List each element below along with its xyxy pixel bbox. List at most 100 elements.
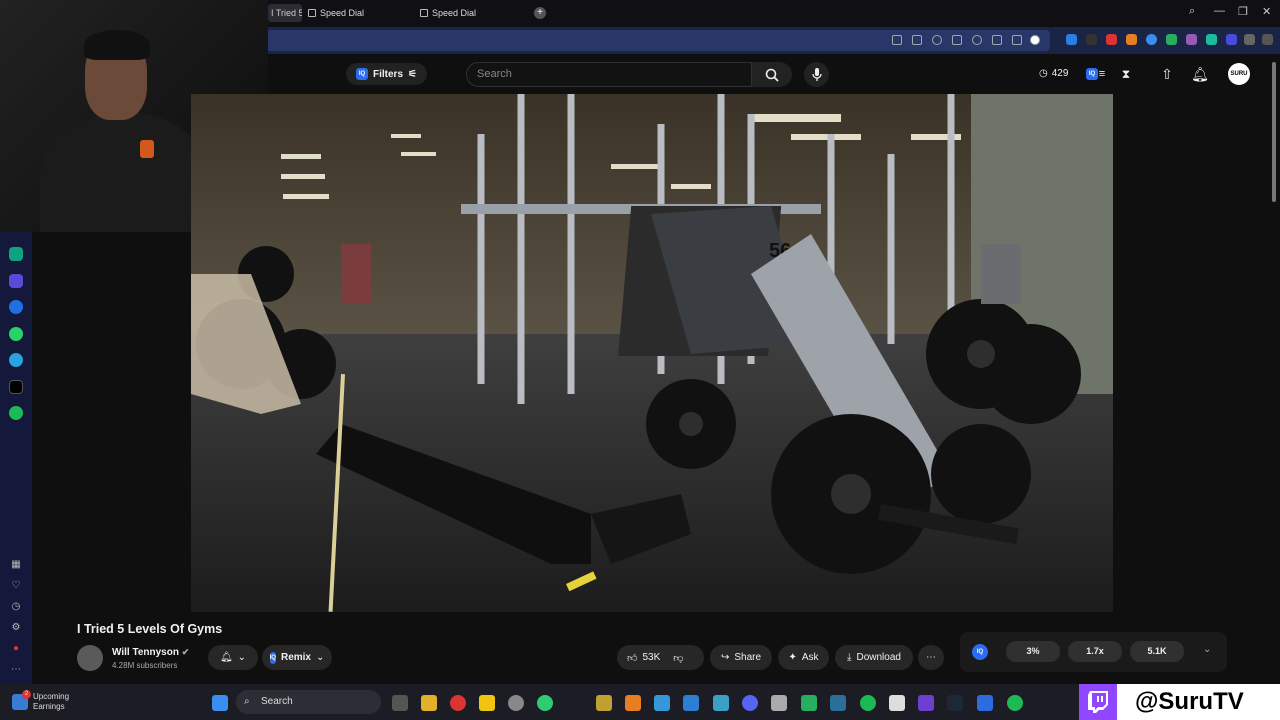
search-button[interactable] [752,62,792,87]
video-title: I Tried 5 Levels Of Gyms [77,622,223,636]
hourglass-icon[interactable]: ⧗ [1117,65,1135,83]
settings-icon[interactable] [1262,34,1273,45]
app-icon[interactable] [713,695,729,711]
x-icon[interactable] [9,380,23,394]
app-icon[interactable] [771,695,787,711]
more-actions-button[interactable]: ⋯ [918,645,944,670]
extension-icon[interactable] [1226,34,1237,45]
close-icon[interactable]: ✕ [1262,5,1271,18]
remix-label: Remix [280,652,311,663]
app-icon[interactable] [479,695,495,711]
settings-icon[interactable]: ⚙ [10,622,22,634]
grid-icon [308,9,316,17]
extension-icon[interactable] [1186,34,1197,45]
twitch-logo-icon [1079,684,1117,720]
chevron-down-icon[interactable]: ⌄ [1203,644,1211,655]
edit-icon[interactable] [892,35,902,45]
messenger-icon[interactable] [9,300,23,314]
steam-icon[interactable] [947,695,963,711]
like-button[interactable]: 👍︎ 53K [627,652,660,664]
app-icon[interactable] [801,695,817,711]
file-explorer-icon[interactable] [421,695,437,711]
grid-icon[interactable]: ▦ [10,559,22,571]
camera-icon[interactable] [912,35,922,45]
watch-counter[interactable]: ◷ 429 [1039,68,1068,79]
app-icon[interactable] [860,695,876,711]
channel-name[interactable]: Will Tennyson ✔ [112,647,189,658]
app-icon[interactable] [508,695,524,711]
youtube-header: IQ Filters ⚟ Search ◷ 429 IQ ≡ ⧗ ⇧ 🔔︎ SU… [268,54,1280,94]
app-icon[interactable] [654,695,670,711]
stat-ratio[interactable]: 1.7x [1068,641,1122,662]
capcut-icon[interactable] [889,695,905,711]
extension-icon[interactable] [1166,34,1177,45]
history-icon[interactable]: ◷ [10,601,22,613]
opera-icon[interactable] [450,695,466,711]
app-icon[interactable] [918,695,934,711]
filters-button[interactable]: IQ Filters ⚟ [346,63,427,85]
app-icon[interactable] [596,695,612,711]
subscribe-bell-button[interactable]: 🔔︎ ⌄ [208,645,258,670]
search-tabs-icon[interactable]: ⌕ [1189,5,1195,18]
app-icon[interactable] [537,695,553,711]
spotify-icon[interactable] [1007,695,1023,711]
tab-speed-dial-2[interactable]: Speed Dial [420,4,476,22]
earnings-widget[interactable]: Upcoming Earnings [33,692,69,712]
extension-icon[interactable] [1086,34,1097,45]
page-scrollbar[interactable] [1272,62,1276,202]
profile-icon[interactable] [1030,35,1040,45]
taskbar-search[interactable]: ⌕ Search [236,690,381,714]
subscriber-count: 4.28M subscribers [112,661,178,670]
puzzle-icon[interactable] [1244,34,1255,45]
list-icon[interactable]: ≡ [1093,65,1111,83]
menu-icon[interactable] [1012,35,1022,45]
avatar[interactable]: SURU [1228,63,1250,85]
microphone-icon [811,67,822,81]
vlc-icon[interactable] [625,695,641,711]
search-icon: ⌕ [244,696,250,707]
rss-icon[interactable] [1126,34,1137,45]
dislike-button[interactable]: 👎︎ [673,652,683,664]
extension-icon[interactable] [1066,34,1077,45]
heart-icon[interactable] [972,35,982,45]
voice-search-button[interactable] [804,62,829,87]
upload-icon[interactable]: ⇧ [1158,65,1176,83]
windows-start-icon[interactable] [212,695,228,711]
tab-active[interactable]: I Tried 5 Levels Of Gyms [268,4,302,22]
iq-stats-panel: IQ 3% 1.7x 5.1K ⌄ [960,632,1227,672]
share-label: Share [734,652,762,663]
discord-icon[interactable] [742,695,758,711]
task-view-icon[interactable] [392,695,408,711]
video-player[interactable]: 56 [191,94,1113,612]
download-button[interactable]: ⤓ Download [835,645,913,670]
extension-icon[interactable] [9,274,23,288]
remix-button[interactable]: IQ Remix ⌄ [262,645,332,670]
shield-icon[interactable] [932,35,942,45]
app-icon[interactable] [977,695,993,711]
more-icon[interactable]: ⋯ [10,664,22,676]
search-input[interactable]: Search [466,62,752,87]
bell-icon[interactable]: 🔔︎ [1191,65,1209,83]
telegram-icon[interactable] [9,353,23,367]
chatgpt-icon[interactable] [9,247,23,261]
extension-icon[interactable] [1206,34,1217,45]
record-icon[interactable]: ● [10,643,22,655]
new-tab-button[interactable]: + [534,7,546,19]
download-icon[interactable] [992,35,1002,45]
share-button[interactable]: ↪ Share [710,645,772,670]
app-icon[interactable] [683,695,699,711]
stat-percent[interactable]: 3% [1006,641,1060,662]
channel-avatar[interactable] [77,645,103,671]
spotify-icon[interactable] [9,406,23,420]
minimize-icon[interactable]: — [1214,5,1225,17]
stat-count[interactable]: 5.1K [1130,641,1184,662]
extension-icon[interactable] [1106,34,1117,45]
ask-button[interactable]: ✦ Ask [778,645,829,670]
play-icon[interactable] [952,35,962,45]
whatsapp-icon[interactable] [9,327,23,341]
restore-icon[interactable]: ❐ [1238,5,1248,18]
heart-icon[interactable]: ♡ [10,580,22,592]
extension-icon[interactable] [1146,34,1157,45]
tab-speed-dial-1[interactable]: Speed Dial [308,4,364,22]
app-icon[interactable] [830,695,846,711]
